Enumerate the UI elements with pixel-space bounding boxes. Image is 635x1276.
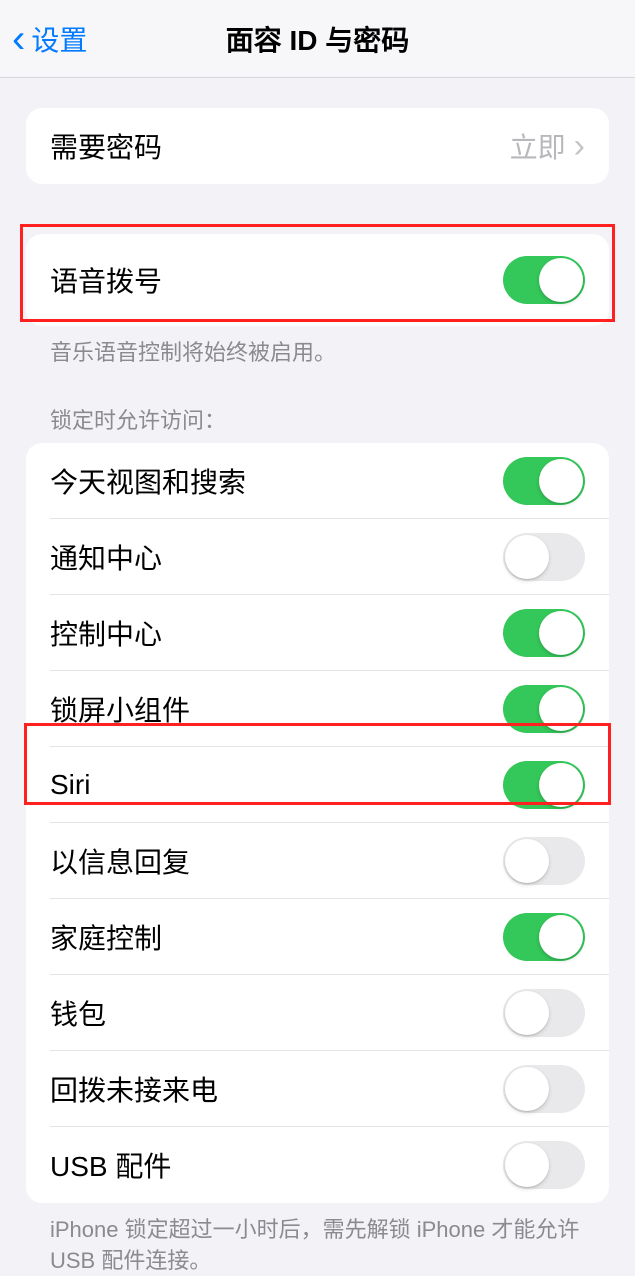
toggle-knob: [505, 535, 549, 579]
toggle-knob: [539, 258, 583, 302]
require-passcode-group: 需要密码 立即 ›: [26, 108, 609, 184]
lock-widgets-toggle[interactable]: [503, 685, 585, 733]
require-passcode-row[interactable]: 需要密码 立即 ›: [26, 108, 609, 184]
home-control-label: 家庭控制: [50, 917, 162, 957]
control-center-toggle[interactable]: [503, 609, 585, 657]
back-label: 设置: [31, 19, 87, 59]
toggle-knob: [505, 1143, 549, 1187]
toggle-knob: [539, 459, 583, 503]
reply-message-toggle[interactable]: [503, 837, 585, 885]
require-passcode-right: 立即 ›: [510, 126, 585, 166]
back-button[interactable]: ‹ 设置: [0, 19, 87, 59]
voice-dial-toggle[interactable]: [503, 256, 585, 304]
home-control-row: 家庭控制: [26, 899, 609, 975]
voice-dial-group: 语音拨号: [26, 234, 609, 326]
content: 需要密码 立即 › 语音拨号 音乐语音控制将始终被启用。 锁定时允许访问： 今天…: [0, 108, 635, 1276]
voice-dial-footer: 音乐语音控制将始终被启用。: [50, 338, 585, 369]
today-view-toggle[interactable]: [503, 457, 585, 505]
control-center-label: 控制中心: [50, 613, 162, 653]
siri-label: Siri: [50, 769, 90, 801]
notification-center-row: 通知中心: [26, 519, 609, 595]
reply-message-label: 以信息回复: [50, 841, 190, 881]
toggle-knob: [539, 611, 583, 655]
wallet-toggle[interactable]: [503, 989, 585, 1037]
toggle-knob: [539, 763, 583, 807]
today-view-label: 今天视图和搜索: [50, 461, 246, 501]
home-control-toggle[interactable]: [503, 913, 585, 961]
notification-center-label: 通知中心: [50, 537, 162, 577]
page-title: 面容 ID 与密码: [226, 19, 410, 59]
require-passcode-value: 立即: [510, 126, 566, 166]
notification-center-toggle[interactable]: [503, 533, 585, 581]
toggle-knob: [505, 839, 549, 883]
chevron-right-icon: ›: [574, 127, 585, 166]
require-passcode-label: 需要密码: [50, 126, 162, 166]
reply-message-row: 以信息回复: [26, 823, 609, 899]
siri-row: Siri: [26, 747, 609, 823]
return-missed-call-toggle[interactable]: [503, 1065, 585, 1113]
return-missed-call-label: 回拨未接来电: [50, 1069, 218, 1109]
voice-dial-label: 语音拨号: [50, 260, 162, 300]
toggle-knob: [539, 915, 583, 959]
usb-footer: iPhone 锁定超过一小时后，需先解锁 iPhone 才能允许USB 配件连接…: [50, 1215, 585, 1276]
lock-section-header: 锁定时允许访问：: [50, 403, 585, 435]
lock-widgets-label: 锁屏小组件: [50, 689, 190, 729]
lock-access-group: 今天视图和搜索 通知中心 控制中心 锁屏小组件 Siri 以信息回复 家庭控制: [26, 443, 609, 1203]
control-center-row: 控制中心: [26, 595, 609, 671]
voice-dial-row: 语音拨号: [26, 234, 609, 326]
siri-toggle[interactable]: [503, 761, 585, 809]
wallet-label: 钱包: [50, 993, 106, 1033]
return-missed-call-row: 回拨未接来电: [26, 1051, 609, 1127]
usb-accessories-label: USB 配件: [50, 1145, 171, 1185]
header: ‹ 设置 面容 ID 与密码: [0, 0, 635, 78]
toggle-knob: [505, 991, 549, 1035]
toggle-knob: [505, 1067, 549, 1111]
usb-accessories-toggle[interactable]: [503, 1141, 585, 1189]
lock-widgets-row: 锁屏小组件: [26, 671, 609, 747]
usb-accessories-row: USB 配件: [26, 1127, 609, 1203]
chevron-left-icon: ‹: [12, 19, 25, 59]
toggle-knob: [539, 687, 583, 731]
today-view-row: 今天视图和搜索: [26, 443, 609, 519]
wallet-row: 钱包: [26, 975, 609, 1051]
